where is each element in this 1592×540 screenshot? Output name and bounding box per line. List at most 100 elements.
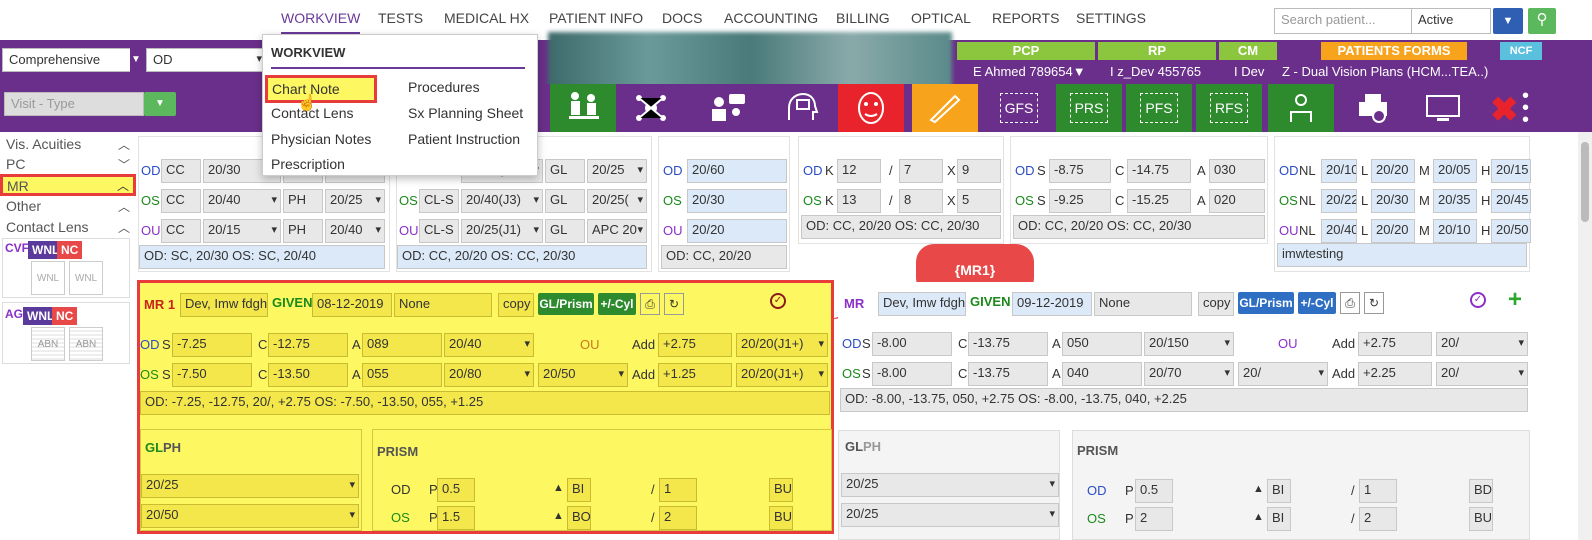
search-input[interactable]: Search patient... (1274, 8, 1434, 34)
va2-ou-method[interactable]: CL-S (419, 219, 459, 243)
status-select[interactable]: Active (1411, 8, 1491, 34)
ag-os-box[interactable]: ABN (69, 327, 103, 361)
va-summary[interactable]: OD: SC, 20/30 OS: SC, 20/40 (139, 245, 385, 269)
printer-icon[interactable]: ⎙ (640, 293, 660, 315)
nav-settings[interactable]: SETTINGS (1076, 10, 1146, 26)
scrollbar[interactable] (1578, 132, 1592, 540)
eye-select[interactable]: OD (146, 48, 266, 72)
sidebar-item-other[interactable]: Other (6, 198, 41, 214)
mr1-od-cyl[interactable]: -12.75 (268, 333, 348, 357)
va2-os-method[interactable]: CL-S (419, 189, 459, 213)
menu-item-chart-note[interactable]: Chart Note (265, 75, 377, 103)
exam-type-select[interactable]: Comprehensive (2, 48, 142, 72)
nav-optical[interactable]: OPTICAL (911, 10, 971, 26)
pfs-button[interactable]: PFS (1126, 84, 1192, 132)
k-os-axis[interactable]: 5 (957, 189, 1001, 213)
mr2-os-cyl[interactable]: -13.75 (968, 362, 1048, 386)
va2-ou-gl-value[interactable]: APC 20 (587, 219, 647, 243)
va3-od[interactable]: 20/60 (687, 159, 787, 183)
va-os-method[interactable]: CC (161, 189, 201, 213)
network-icon[interactable] (618, 84, 684, 132)
sidebar-item-vis-acuities[interactable]: Vis. Acuities (6, 136, 81, 152)
mr2-ph-od[interactable]: 20/25 (841, 473, 1059, 497)
cvf-od-box[interactable]: WNL (31, 261, 65, 295)
mr1-date[interactable]: 08-12-2019 (312, 293, 392, 317)
va2-os-gl-value[interactable]: 20/25( (587, 189, 647, 213)
mr2-os-sphere[interactable]: -8.00 (872, 362, 952, 386)
tab-patients-forms[interactable]: PATIENTS FORMS (1321, 42, 1467, 60)
mr1-os-add[interactable]: +1.25 (658, 363, 732, 387)
tab-rp[interactable]: RP (1098, 42, 1216, 60)
nl-ou-h[interactable]: 20/50 (1491, 219, 1531, 243)
nl-od-h[interactable]: 20/15 (1491, 159, 1531, 183)
va-os-ph[interactable]: PH (283, 189, 323, 213)
mr1-od-near[interactable]: 20/20(J1+) (736, 333, 828, 357)
mr2-od-cyl[interactable]: -13.75 (968, 332, 1048, 356)
va2-summary[interactable]: OD: CC, 20/20 OS: CC, 20/30 (397, 245, 647, 269)
chevron-down-icon[interactable]: ▼ (130, 48, 142, 72)
mr2-od-va[interactable]: 20/150 (1144, 332, 1234, 356)
nl-note[interactable]: imwtesting (1277, 243, 1527, 267)
mr1-prism-od-2[interactable]: 1 (659, 478, 697, 502)
cvf-os-box[interactable]: WNL (69, 261, 103, 295)
nav-tests[interactable]: TESTS (378, 10, 423, 26)
nl-ou-m[interactable]: 20/10 (1433, 219, 1477, 243)
chevron-up-icon[interactable]: ︿ (118, 198, 130, 215)
k-od-axis[interactable]: 9 (957, 159, 1001, 183)
k-od-2[interactable]: 7 (899, 159, 943, 183)
nl-os-h[interactable]: 20/45 (1491, 189, 1531, 213)
mr1-os-va2[interactable]: 20/50 (538, 363, 628, 387)
chevron-down-icon[interactable]: ﹀ (118, 156, 130, 173)
va-ou-ph[interactable]: PH (283, 219, 323, 243)
nav-docs[interactable]: DOCS (662, 10, 702, 26)
prs-button[interactable]: PRS (1056, 84, 1122, 132)
mr1-od-sphere[interactable]: -7.25 (172, 333, 252, 357)
mr1-ph-od[interactable]: 20/25 (141, 474, 359, 498)
va2-ou-gl[interactable]: GL (545, 219, 585, 243)
mr1-prism-od-dir2[interactable]: BU (769, 478, 793, 502)
mr2-od-sphere[interactable]: -8.00 (872, 332, 952, 356)
mr2-prism-os-dir2[interactable]: BU (1469, 507, 1493, 531)
scalpel-icon[interactable] (912, 84, 978, 132)
mr2-prism-os-dir[interactable]: BI (1267, 507, 1291, 531)
nl-os-l[interactable]: 20/30 (1371, 189, 1415, 213)
k-summary[interactable]: OD: CC, 20/20 OS: CC, 20/30 (801, 215, 1001, 239)
scrollbar-thumb[interactable] (1581, 142, 1589, 222)
mr1-os-near[interactable]: 20/20(J1+) (736, 363, 828, 387)
head-book-icon[interactable] (768, 84, 834, 132)
chevron-down-icon[interactable]: ▼ (144, 92, 176, 116)
search-icon[interactable]: ⚲ (1528, 8, 1556, 34)
mr1-prism-od-1[interactable]: 0.5 (437, 478, 475, 502)
mr1-od-axis[interactable]: 089 (362, 333, 442, 357)
mr2-os-axis[interactable]: 040 (1062, 362, 1142, 386)
va2-os-gl[interactable]: GL (545, 189, 585, 213)
mr1-doctor[interactable]: Dev, Imw fdgh (180, 293, 268, 317)
status-dropdown-button[interactable]: ▼ (1493, 8, 1523, 34)
nl-ou-l[interactable]: 20/20 (1371, 219, 1415, 243)
ar-od-axis[interactable]: 030 (1209, 159, 1265, 183)
va2-ou-value[interactable]: 20/25(J1) (461, 219, 543, 243)
chevron-up-icon[interactable]: ︿ (118, 219, 130, 236)
tab-cm[interactable]: CM (1219, 42, 1277, 60)
mr1-given[interactable]: GIVEN (272, 295, 312, 310)
sidebar-item-mr[interactable]: MR ︿ (0, 174, 136, 196)
va2-os-value[interactable]: 20/40(J3) (461, 189, 543, 213)
ar-summary[interactable]: OD: CC, 20/20 OS: CC, 20/30 (1013, 215, 1265, 239)
mr2-none[interactable]: None (1094, 292, 1192, 316)
va-ou-ph-value[interactable]: 20/40 (325, 219, 385, 243)
cyl-toggle-button[interactable]: +/-Cyl (1298, 292, 1336, 314)
mr2-prism-os-2[interactable]: 2 (1359, 507, 1397, 531)
ncf-button[interactable]: NCF (1500, 42, 1542, 60)
mr1-od-va[interactable]: 20/40 (444, 333, 534, 357)
staff-icon[interactable] (1268, 84, 1334, 132)
va-ou-value[interactable]: 20/15 (203, 219, 281, 243)
mr1-prism-os-2[interactable]: 2 (659, 506, 697, 530)
nav-workview[interactable]: WORKVIEW (281, 10, 361, 34)
ar-os-sphere[interactable]: -9.25 (1049, 189, 1111, 213)
mr2-given[interactable]: GIVEN (970, 294, 1010, 309)
nl-od-m[interactable]: 20/05 (1433, 159, 1477, 183)
mr2-ph-os[interactable]: 20/25 (841, 503, 1059, 527)
va3-os[interactable]: 20/30 (687, 189, 787, 213)
mr2-od-axis[interactable]: 050 (1062, 332, 1142, 356)
chevron-up-icon[interactable]: ︿ (118, 136, 130, 153)
